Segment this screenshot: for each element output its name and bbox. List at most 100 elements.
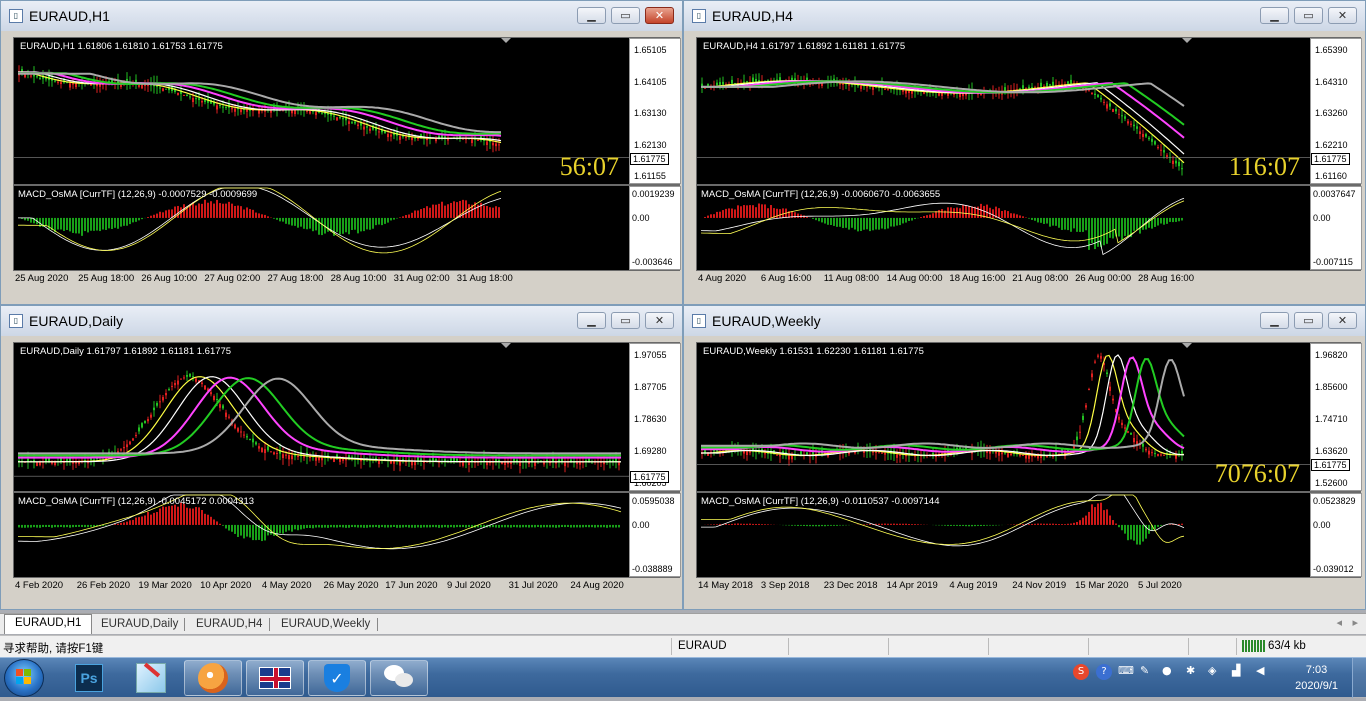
start-orb-icon[interactable] — [4, 659, 44, 697]
histogram-bar — [345, 218, 347, 232]
histogram-bar — [258, 213, 260, 218]
histogram-bar — [603, 525, 605, 527]
feather-icon[interactable]: ✎ — [1140, 664, 1149, 677]
help-icon[interactable]: ? — [1096, 664, 1112, 680]
price-chart[interactable]: 1.970551.877051.786301.692801.602051.617… — [13, 342, 680, 492]
photoshop-taskbar-button[interactable]: Ps — [60, 660, 118, 696]
bluetooth-icon[interactable]: ✱ — [1186, 664, 1195, 677]
histogram-bar — [300, 525, 302, 530]
minimize-button[interactable]: ▁ — [1260, 7, 1289, 24]
close-button[interactable]: ✕ — [1328, 7, 1357, 24]
chart-window-weekly[interactable]: ▯EURAUD,Weekly▁▭✕1.968201.856001.747101.… — [683, 305, 1366, 610]
histogram-bar — [453, 525, 455, 528]
security-taskbar-button[interactable]: ✓ — [308, 660, 366, 696]
histogram-bar — [135, 218, 137, 222]
macd-indicator[interactable]: 0.05238290.00-0.039012MACD_OsMA [CurrTF]… — [696, 492, 1361, 578]
histogram-bar — [195, 206, 197, 218]
window-titlebar[interactable]: ▯EURAUD,Weekly▁▭✕ — [684, 306, 1365, 336]
minimize-button[interactable]: ▁ — [1260, 312, 1289, 329]
close-button[interactable]: ✕ — [645, 312, 674, 329]
tab-euraud-h1[interactable]: EURAUD,H1 — [4, 614, 92, 634]
clock[interactable]: 7:03 2020/9/1 — [1295, 662, 1338, 694]
macd-indicator[interactable]: 0.05950380.00-0.038889MACD_OsMA [CurrTF]… — [13, 492, 680, 578]
histogram-bar — [66, 218, 68, 230]
histogram-bar — [390, 218, 392, 221]
histogram-bar — [878, 218, 880, 230]
metatrader-taskbar-button[interactable] — [246, 660, 304, 696]
minimize-button[interactable]: ▁ — [577, 7, 606, 24]
histogram-bar — [399, 217, 401, 218]
tab-euraud-h4[interactable]: EURAUD,H4 — [186, 616, 272, 634]
histogram-bar — [363, 525, 365, 528]
tab-euraud-weekly[interactable]: EURAUD,Weekly — [271, 616, 380, 634]
minimize-button[interactable]: ▁ — [577, 312, 606, 329]
moving-average-line — [18, 378, 621, 455]
histogram-bar — [318, 525, 320, 528]
maximize-button[interactable]: ▭ — [611, 7, 640, 24]
wechat-tray-icon[interactable]: ● — [1162, 664, 1172, 677]
histogram-bar — [171, 506, 173, 525]
histogram-bar — [857, 218, 859, 231]
close-button[interactable]: ✕ — [1328, 312, 1357, 329]
show-desktop-button[interactable] — [1352, 658, 1366, 698]
keyboard-icon[interactable]: ⌨ — [1118, 664, 1134, 677]
histogram-bar — [567, 525, 569, 527]
histogram-bar — [932, 213, 934, 218]
histogram-bar — [767, 208, 769, 218]
paint-taskbar-button[interactable] — [122, 660, 180, 696]
histogram-bar — [1130, 525, 1132, 540]
histogram-bar — [534, 525, 536, 527]
histogram-bar — [1022, 216, 1024, 218]
wechat-taskbar-button[interactable] — [370, 660, 428, 696]
date-tick-label: 14 Aug 00:00 — [887, 273, 943, 284]
price-chart[interactable]: 1.651051.641051.631301.621301.611551.617… — [13, 37, 680, 185]
histogram-bar — [402, 216, 404, 218]
volume-icon[interactable]: ◀ — [1256, 664, 1264, 677]
window-titlebar[interactable]: ▯EURAUD,Daily▁▭✕ — [1, 306, 682, 336]
histogram-bar — [1037, 524, 1039, 525]
tab-scroll-right-icon[interactable]: ▸ — [1352, 616, 1358, 629]
maximize-button[interactable]: ▭ — [1294, 312, 1323, 329]
browser-taskbar-button[interactable] — [184, 660, 242, 696]
price-chart[interactable]: 1.968201.856001.747101.636201.526001.617… — [696, 342, 1361, 492]
histogram-bar — [1073, 218, 1075, 228]
tab-euraud-daily[interactable]: EURAUD,Daily — [91, 616, 188, 634]
window-titlebar[interactable]: ▯EURAUD,H1▁▭✕ — [1, 1, 682, 31]
macd-indicator[interactable]: 0.00192390.00-0.003646MACD_OsMA [CurrTF]… — [13, 185, 680, 271]
chart-window-daily[interactable]: ▯EURAUD,Daily▁▭✕1.970551.877051.786301.6… — [0, 305, 683, 610]
price-chart[interactable]: 1.653901.643101.632601.622101.611601.617… — [696, 37, 1361, 185]
chart-window-h4[interactable]: ▯EURAUD,H4▁▭✕1.653901.643101.632601.6221… — [683, 0, 1366, 305]
date-tick-label: 6 Aug 16:00 — [761, 273, 812, 284]
sogou-ime-icon[interactable]: S — [1073, 664, 1089, 680]
histogram-bar — [273, 218, 275, 219]
maximize-button[interactable]: ▭ — [611, 312, 640, 329]
histogram-bar — [84, 525, 86, 527]
histogram-bar — [336, 525, 338, 528]
histogram-bar — [1169, 218, 1171, 222]
window-titlebar[interactable]: ▯EURAUD,H4▁▭✕ — [684, 1, 1365, 31]
histogram-bar — [354, 525, 356, 527]
close-button[interactable]: ✕ — [645, 7, 674, 24]
histogram-bar — [1028, 524, 1030, 525]
histogram-bar — [414, 525, 416, 528]
maximize-button[interactable]: ▭ — [1294, 7, 1323, 24]
histogram-bar — [1082, 518, 1084, 525]
histogram-bar — [408, 214, 410, 217]
histogram-bar — [746, 205, 748, 218]
tab-scroll-left-icon[interactable]: ◂ — [1336, 616, 1342, 629]
histogram-bar — [351, 525, 353, 527]
histogram-bar — [84, 218, 86, 231]
security-tray-icon[interactable]: ◈ — [1208, 664, 1216, 677]
histogram-bar — [234, 206, 236, 218]
macd-indicator[interactable]: 0.00376470.00-0.007115MACD_OsMA [CurrTF]… — [696, 185, 1361, 271]
histogram-bar — [989, 525, 991, 526]
macd-level-label: 0.0019239 — [632, 189, 675, 199]
chart-window-h1[interactable]: ▯EURAUD,H1▁▭✕1.651051.641051.631301.6213… — [0, 0, 683, 305]
network-icon[interactable]: ▟ — [1232, 664, 1240, 677]
histogram-bar — [995, 525, 997, 526]
price-tick-label: 1.65105 — [634, 45, 667, 55]
histogram-bar — [1106, 218, 1108, 244]
macd-label: MACD_OsMA [CurrTF] (12,26,9) -0.0110537 … — [701, 496, 940, 507]
histogram-bar — [528, 525, 530, 528]
status-divider — [888, 638, 889, 655]
